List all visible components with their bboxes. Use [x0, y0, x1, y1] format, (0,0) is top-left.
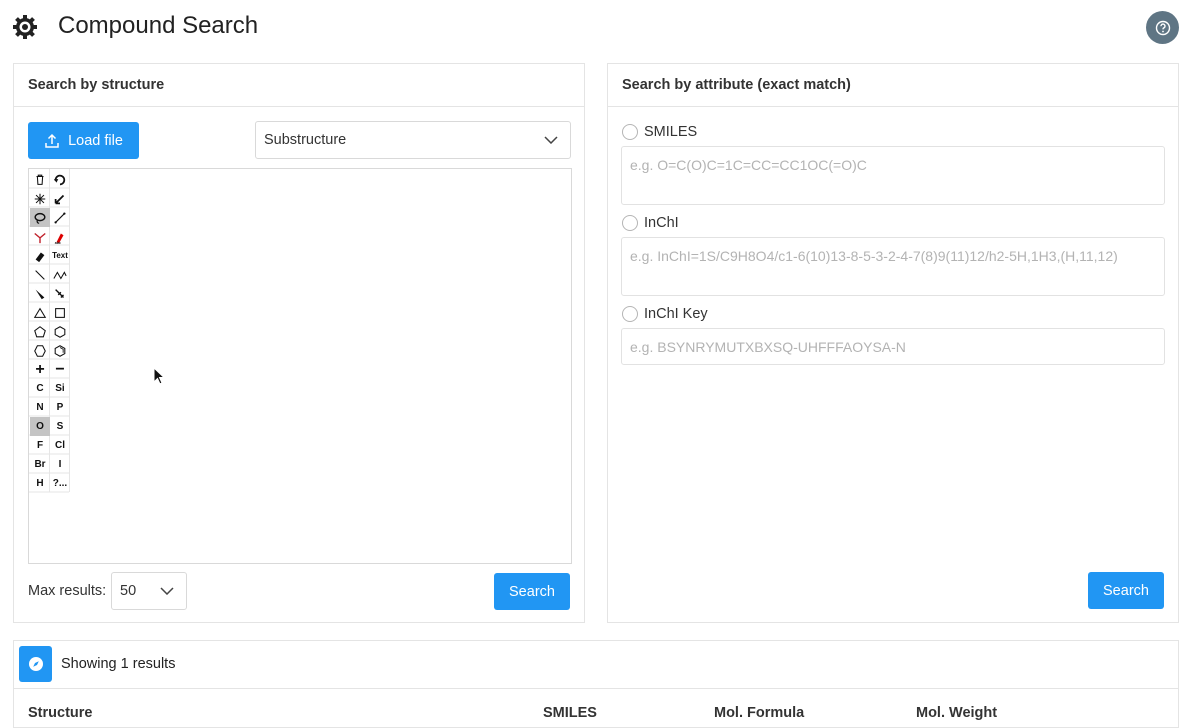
page-title: Compound Search	[58, 12, 259, 39]
benzene-ring-icon[interactable]	[50, 341, 70, 360]
text-tool[interactable]: Text	[50, 246, 70, 265]
chain-icon[interactable]	[50, 265, 70, 284]
inchi-placeholder: e.g. InChI=1S/C9H8O4/c1-6(10)13-8-5-3-2-…	[630, 248, 1118, 264]
resize-tool-icon[interactable]	[50, 189, 70, 208]
triangle-ring-icon[interactable]	[30, 303, 50, 322]
search-type-select[interactable]: Substructure	[255, 121, 571, 159]
column-header-mol-weight[interactable]: Mol. Weight	[916, 705, 997, 721]
load-file-button[interactable]: Load file	[28, 122, 139, 159]
svg-text:abc: abc	[55, 241, 61, 244]
hexagon-ring-icon[interactable]	[50, 322, 70, 341]
structure-search-panel: Search by structure Load file Substructu…	[13, 63, 585, 623]
wedge-bond-icon[interactable]	[30, 284, 50, 303]
plus-charge-icon-label: +	[35, 360, 45, 378]
atom-h-label: H	[36, 478, 44, 489]
attribute-search-panel: Search by attribute (exact match) SMILES…	[607, 63, 1179, 623]
atom-o[interactable]: O	[30, 417, 50, 436]
max-results-value: 50	[120, 583, 137, 599]
max-results-select[interactable]: 50	[111, 572, 187, 610]
square-ring-icon[interactable]	[50, 303, 70, 322]
atom-p-label: P	[56, 402, 64, 413]
atom-c-label: C	[36, 383, 44, 394]
hexagon-ring-alt-icon[interactable]	[30, 341, 50, 360]
atom-i[interactable]: I	[50, 455, 70, 474]
lasso-tool-icon[interactable]	[30, 208, 50, 227]
inchi-option[interactable]: InChI	[622, 215, 679, 231]
chain-fragment-tool-icon[interactable]	[30, 227, 50, 246]
chevron-down-icon	[160, 587, 174, 595]
smiles-radio[interactable]	[622, 124, 638, 140]
atom-c[interactable]: C	[30, 379, 50, 398]
inchikey-input[interactable]: e.g. BSYNRYMUTXBXSQ-UHFFFAOYSA-N	[621, 328, 1165, 365]
charge-tool-icon[interactable]: abc	[50, 227, 70, 246]
atom-i-label: I	[58, 459, 62, 470]
pentagon-ring-icon[interactable]	[30, 322, 50, 341]
compass-icon	[28, 657, 43, 671]
atom-br[interactable]: Br	[30, 455, 50, 474]
inchikey-radio[interactable]	[622, 306, 638, 322]
atom-other-label: ?...	[52, 478, 68, 489]
upload-icon	[45, 133, 59, 148]
column-header-structure[interactable]: Structure	[28, 705, 92, 721]
help-button[interactable]	[1146, 11, 1179, 44]
inchikey-label: InChI Key	[644, 306, 708, 322]
mouse-pointer-icon	[153, 367, 166, 385]
atom-cl[interactable]: Cl	[50, 436, 70, 455]
eraser-tool-icon[interactable]	[30, 246, 50, 265]
inchi-radio[interactable]	[622, 215, 638, 231]
smiles-placeholder: e.g. O=C(O)C=1C=CC=CC1OC(=O)C	[630, 157, 867, 173]
attribute-search-button[interactable]: Search	[1088, 572, 1164, 609]
atom-f[interactable]: F	[30, 436, 50, 455]
text-tool-label: Text	[52, 251, 68, 260]
undo-tool-icon[interactable]	[50, 170, 70, 189]
atom-p[interactable]: P	[50, 398, 70, 417]
help-icon	[1155, 20, 1170, 35]
load-file-label: Load file	[68, 132, 123, 149]
inchikey-placeholder: e.g. BSYNRYMUTXBXSQ-UHFFFAOYSA-N	[630, 339, 906, 355]
atom-si-label: Si	[55, 383, 65, 394]
inchikey-option[interactable]: InChI Key	[622, 306, 708, 322]
minus-charge-icon-label: −	[55, 360, 65, 378]
structure-search-label: Search	[509, 583, 555, 600]
column-header-mol-formula[interactable]: Mol. Formula	[714, 705, 804, 721]
atom-n[interactable]: N	[30, 398, 50, 417]
results-table: Structure SMILES Mol. Formula Mol. Weigh…	[13, 688, 1179, 728]
structure-panel-title: Search by structure	[14, 64, 584, 107]
atom-f-label: F	[36, 440, 44, 451]
atom-n-label: N	[36, 402, 44, 413]
atom-si[interactable]: Si	[50, 379, 70, 398]
atom-s-label: S	[56, 421, 64, 432]
atom-o-label: O	[36, 421, 44, 432]
gear-icon	[13, 15, 37, 39]
smiles-option[interactable]: SMILES	[622, 124, 697, 140]
attribute-panel-title: Search by attribute (exact match)	[608, 64, 1178, 107]
atom-s[interactable]: S	[50, 417, 70, 436]
results-header: Showing 1 results	[13, 640, 1179, 688]
atom-h[interactable]: H	[30, 474, 50, 493]
top-bar: Compound Search	[0, 0, 1202, 56]
inchi-input[interactable]: e.g. InChI=1S/C9H8O4/c1-6(10)13-8-5-3-2-…	[621, 237, 1165, 296]
smiles-input[interactable]: e.g. O=C(O)C=1C=CC=CC1OC(=O)C	[621, 146, 1165, 205]
results-summary: Showing 1 results	[61, 656, 176, 672]
inchi-label: InChI	[644, 215, 679, 231]
max-results-label: Max results:	[28, 583, 107, 599]
delete-tool-icon[interactable]	[30, 170, 50, 189]
chevron-down-icon	[544, 136, 558, 144]
atom-br-label: Br	[34, 459, 46, 470]
atom-other[interactable]: ?...	[50, 474, 70, 493]
atom-cl-label: Cl	[55, 440, 65, 451]
structure-editor[interactable]: abc Text + − C Si N P O S F Cl Br I H?...	[28, 168, 572, 564]
minus-charge-icon[interactable]: −	[50, 360, 70, 379]
plus-charge-icon[interactable]: +	[30, 360, 50, 379]
column-header-smiles[interactable]: SMILES	[543, 705, 597, 721]
smiles-label: SMILES	[644, 124, 698, 140]
search-type-value: Substructure	[264, 132, 347, 148]
structure-search-button[interactable]: Search	[494, 573, 570, 610]
single-bond-icon[interactable]	[30, 265, 50, 284]
attribute-search-label: Search	[1103, 582, 1149, 599]
clean-tool-icon[interactable]	[30, 189, 50, 208]
compass-button[interactable]	[19, 646, 52, 682]
hash-bond-icon[interactable]	[50, 284, 70, 303]
bond-tool-icon[interactable]	[50, 208, 70, 227]
